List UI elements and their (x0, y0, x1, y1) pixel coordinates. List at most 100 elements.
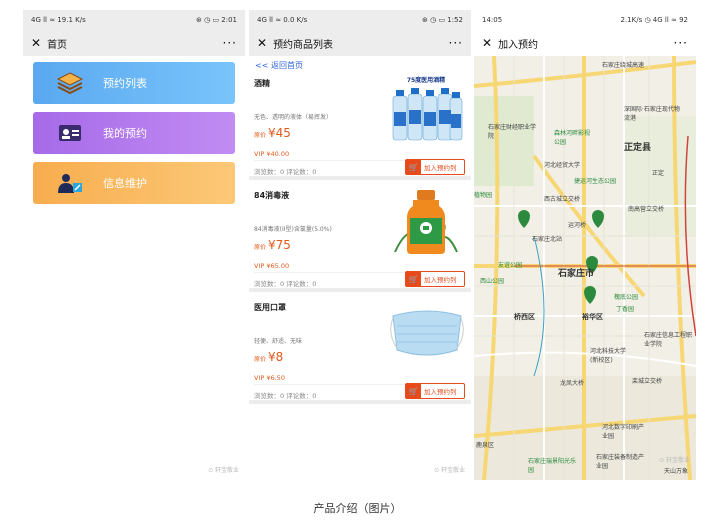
stage: 4G ll ≈ 19.1 K/s ⊛ ◷ ▭ 2:01 ✕ 首页 ··· 预约列… (0, 0, 715, 524)
price-label: 原价 (254, 244, 267, 251)
map-label: 正定县 (624, 143, 652, 153)
product-price: 原价 ¥45 (254, 126, 291, 140)
title-bar: ✕ 加入预约 ··· (474, 30, 696, 56)
more-menu-icon[interactable]: ··· (223, 36, 237, 50)
map-label: 槐底公园 (614, 294, 639, 301)
title-bar: ✕ 首页 ··· (23, 30, 245, 56)
menu-label: 信息维护 (103, 177, 147, 190)
map-view[interactable]: 石家庄绕城高速 深国际·石家庄现代物流港 正定县 正定 石家庄财经职业学院 森林… (474, 56, 696, 480)
user-edit-icon (55, 170, 85, 196)
price-value: ¥75 (267, 238, 291, 252)
cart-icon: 🛒 (406, 272, 421, 286)
map-label: 栾城立交桥 (632, 378, 663, 385)
mask-image (390, 310, 464, 356)
add-reservation-button[interactable]: 🛒 加入预约列 (405, 159, 465, 175)
status-bar: 4G ll ≈ 0.0 K/s ⊛ ◷ ▭ 1:52 (249, 10, 471, 30)
price-value: ¥8 (267, 350, 284, 364)
map-label: 南高营立交桥 (628, 206, 665, 213)
status-left: 4G ll ≈ 0.0 K/s (257, 16, 308, 24)
phone-product-list: 4G ll ≈ 0.0 K/s ⊛ ◷ ▭ 1:52 ✕ 预约商品列表 ··· … (249, 10, 471, 480)
map-label: 河北经贸大学 (544, 162, 581, 169)
price-label: 原价 (254, 132, 267, 139)
page-title: 加入预约 (498, 39, 539, 51)
menu-my-reservations[interactable]: 我的预约 (33, 112, 235, 154)
product-price: 原价 ¥75 (254, 238, 291, 252)
map-label: 石家庄装备制造产业园 (596, 454, 645, 470)
map-label: 友谊公园 (498, 262, 523, 269)
button-label: 加入预约列 (424, 164, 457, 172)
product-name: 84消毒液 (254, 191, 290, 200)
status-right: ⊛ ◷ ▭ 1:52 (422, 16, 463, 24)
button-label: 加入预约列 (424, 276, 457, 284)
more-menu-icon[interactable]: ··· (674, 36, 688, 50)
map-label: 植物园 (474, 192, 493, 199)
page-title: 首页 (47, 39, 68, 51)
status-bar: 14:05 2.1K/s ◷ 4G ll ≈ 92 (474, 10, 696, 30)
map-label: 西古城立交桥 (544, 196, 581, 203)
product-card-disinfectant: 84消毒液 84消毒液(II型)含氯量(5.0%) 原价 ¥75 VIP ¥65… (249, 184, 471, 292)
product-price: 原价 ¥8 (254, 350, 283, 364)
watermark: ⊙ 轩宝敬业 (434, 467, 465, 474)
menu-info-maintenance[interactable]: 信息维护 (33, 162, 235, 204)
disinfectant-bottle-image (394, 190, 458, 254)
figure-caption: 产品介绍（图片） (313, 502, 402, 515)
close-icon[interactable]: ✕ (31, 37, 41, 49)
map-label: 石家庄财经职业学院 (488, 124, 537, 140)
page-title: 预约商品列表 (273, 39, 334, 51)
product-vip-price: VIP ¥65.00 (254, 262, 290, 270)
phone-home: 4G ll ≈ 19.1 K/s ⊛ ◷ ▭ 2:01 ✕ 首页 ··· 预约列… (23, 10, 245, 480)
map-label: 深国际·石家庄现代物流港 (624, 106, 680, 122)
add-reservation-button[interactable]: 🛒 加入预约列 (405, 383, 465, 399)
product-stats: 浏览数：0 评论数：0 (254, 280, 317, 288)
price-label: 原价 (254, 356, 267, 363)
status-right: 2.1K/s ◷ 4G ll ≈ 92 (620, 16, 688, 24)
map-label: 西山公园 (480, 278, 505, 285)
map-label: 正定 (652, 170, 665, 177)
home-content: 预约列表 我的预约 信息维护 ⊙ 轩宝敬业 (23, 56, 245, 480)
map-label: 石家庄瑞景阳光乐园 (528, 458, 577, 474)
map-label: 龙凤大桥 (560, 380, 585, 387)
add-reservation-button[interactable]: 🛒 加入预约列 (405, 271, 465, 287)
close-icon[interactable]: ✕ (482, 37, 492, 49)
back-home-link[interactable]: << 返回首页 (255, 60, 303, 71)
cart-icon: 🛒 (406, 160, 421, 174)
alcohol-bottles-image: 75度医用酒精 (392, 76, 463, 141)
product-desc: 轻便、舒适、无味 (254, 338, 303, 345)
status-bar: 4G ll ≈ 19.1 K/s ⊛ ◷ ▭ 2:01 (23, 10, 245, 30)
product-name: 酒精 (254, 79, 270, 88)
product-stats: 浏览数：0 评论数：0 (254, 168, 317, 176)
close-icon[interactable]: ✕ (257, 37, 267, 49)
map-label: 丁香园 (616, 306, 635, 313)
button-label: 加入预约列 (424, 388, 457, 396)
status-left: 14:05 (482, 16, 503, 24)
menu-label: 我的预约 (103, 127, 147, 140)
watermark: ⊙ 轩宝敬业 (659, 457, 690, 464)
product-name: 医用口罩 (254, 303, 286, 312)
map-label: 石家庄绕城高速 (602, 62, 645, 69)
image-text: 75度医用酒精 (407, 76, 445, 84)
product-desc: 84消毒液(II型)含氯量(5.0%) (254, 226, 332, 233)
price-value: ¥45 (267, 126, 291, 140)
product-vip-price: VIP ¥6.50 (254, 374, 285, 382)
map-label: 裕华区 (582, 313, 603, 321)
watermark: ⊙ 轩宝敬业 (208, 467, 239, 474)
product-stats: 浏览数：0 评论数：0 (254, 392, 317, 400)
more-menu-icon[interactable]: ··· (449, 36, 463, 50)
product-list: << 返回首页 酒精 无色、透明的液体（易挥发） 原价 ¥45 VIP ¥40.… (249, 56, 471, 480)
title-bar: ✕ 预约商品列表 ··· (249, 30, 471, 56)
menu-reservation-list[interactable]: 预约列表 (33, 62, 235, 104)
map-label: 桥西区 (514, 313, 535, 321)
phone-map: 14:05 2.1K/s ◷ 4G ll ≈ 92 ✕ 加入预约 ··· 石家庄… (474, 10, 696, 480)
cart-icon: 🛒 (406, 384, 421, 398)
status-left: 4G ll ≈ 19.1 K/s (31, 16, 86, 24)
map-pin (518, 210, 530, 228)
layers-icon (55, 70, 85, 96)
map-label: 河北科技大学(新校区) (590, 348, 627, 364)
map-label: 森林河畔影视公园 (554, 130, 591, 146)
product-card-mask: 医用口罩 轻便、舒适、无味 原价 ¥8 VIP ¥6.50 浏览数：0 评论数：… (249, 296, 471, 404)
map-label: 鹿泉区 (476, 442, 495, 449)
map-label: 捷运河生态公园 (574, 178, 617, 185)
menu-label: 预约列表 (103, 77, 147, 90)
status-right: ⊛ ◷ ▭ 2:01 (196, 16, 237, 24)
product-desc: 无色、透明的液体（易挥发） (254, 114, 333, 121)
